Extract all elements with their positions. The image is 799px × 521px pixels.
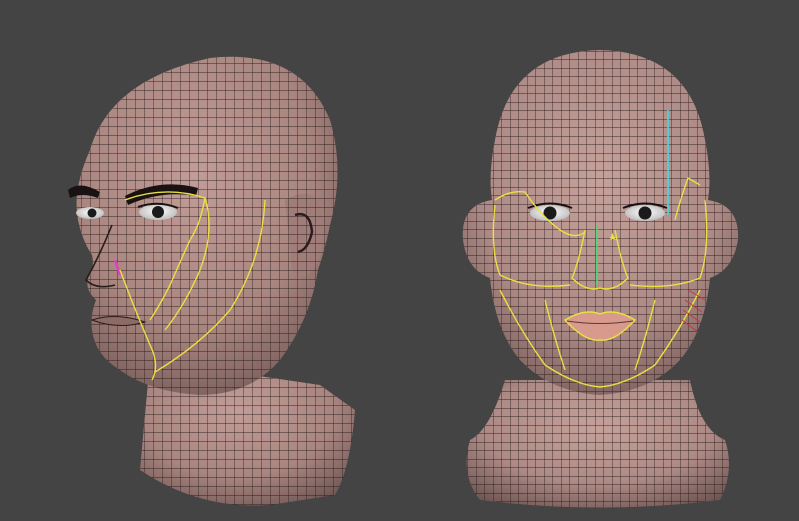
3d-viewport[interactable] <box>0 0 799 521</box>
head-three-quarter-model[interactable] <box>68 56 355 506</box>
viewport-canvas[interactable] <box>0 0 799 521</box>
head-front-model[interactable] <box>462 50 739 508</box>
